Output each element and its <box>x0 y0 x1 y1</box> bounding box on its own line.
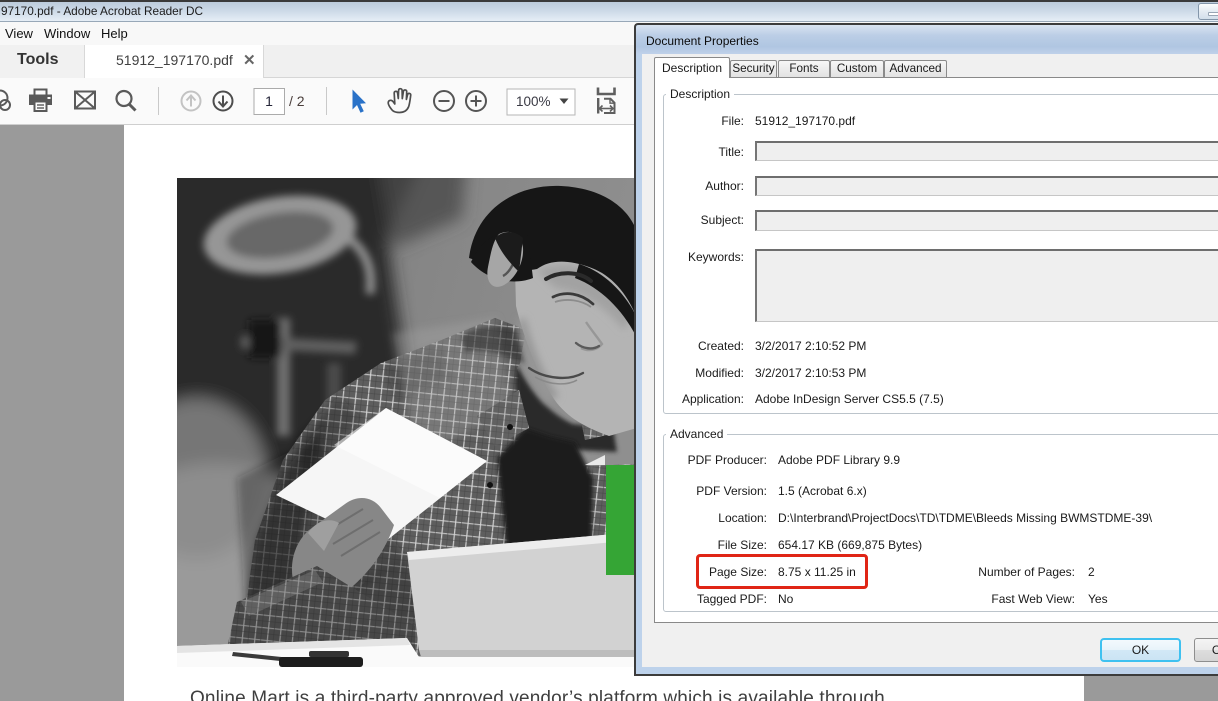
svg-text:100%: 100% <box>516 94 551 109</box>
svg-text:1: 1 <box>265 93 273 109</box>
svg-text:/ 2: / 2 <box>289 93 305 109</box>
